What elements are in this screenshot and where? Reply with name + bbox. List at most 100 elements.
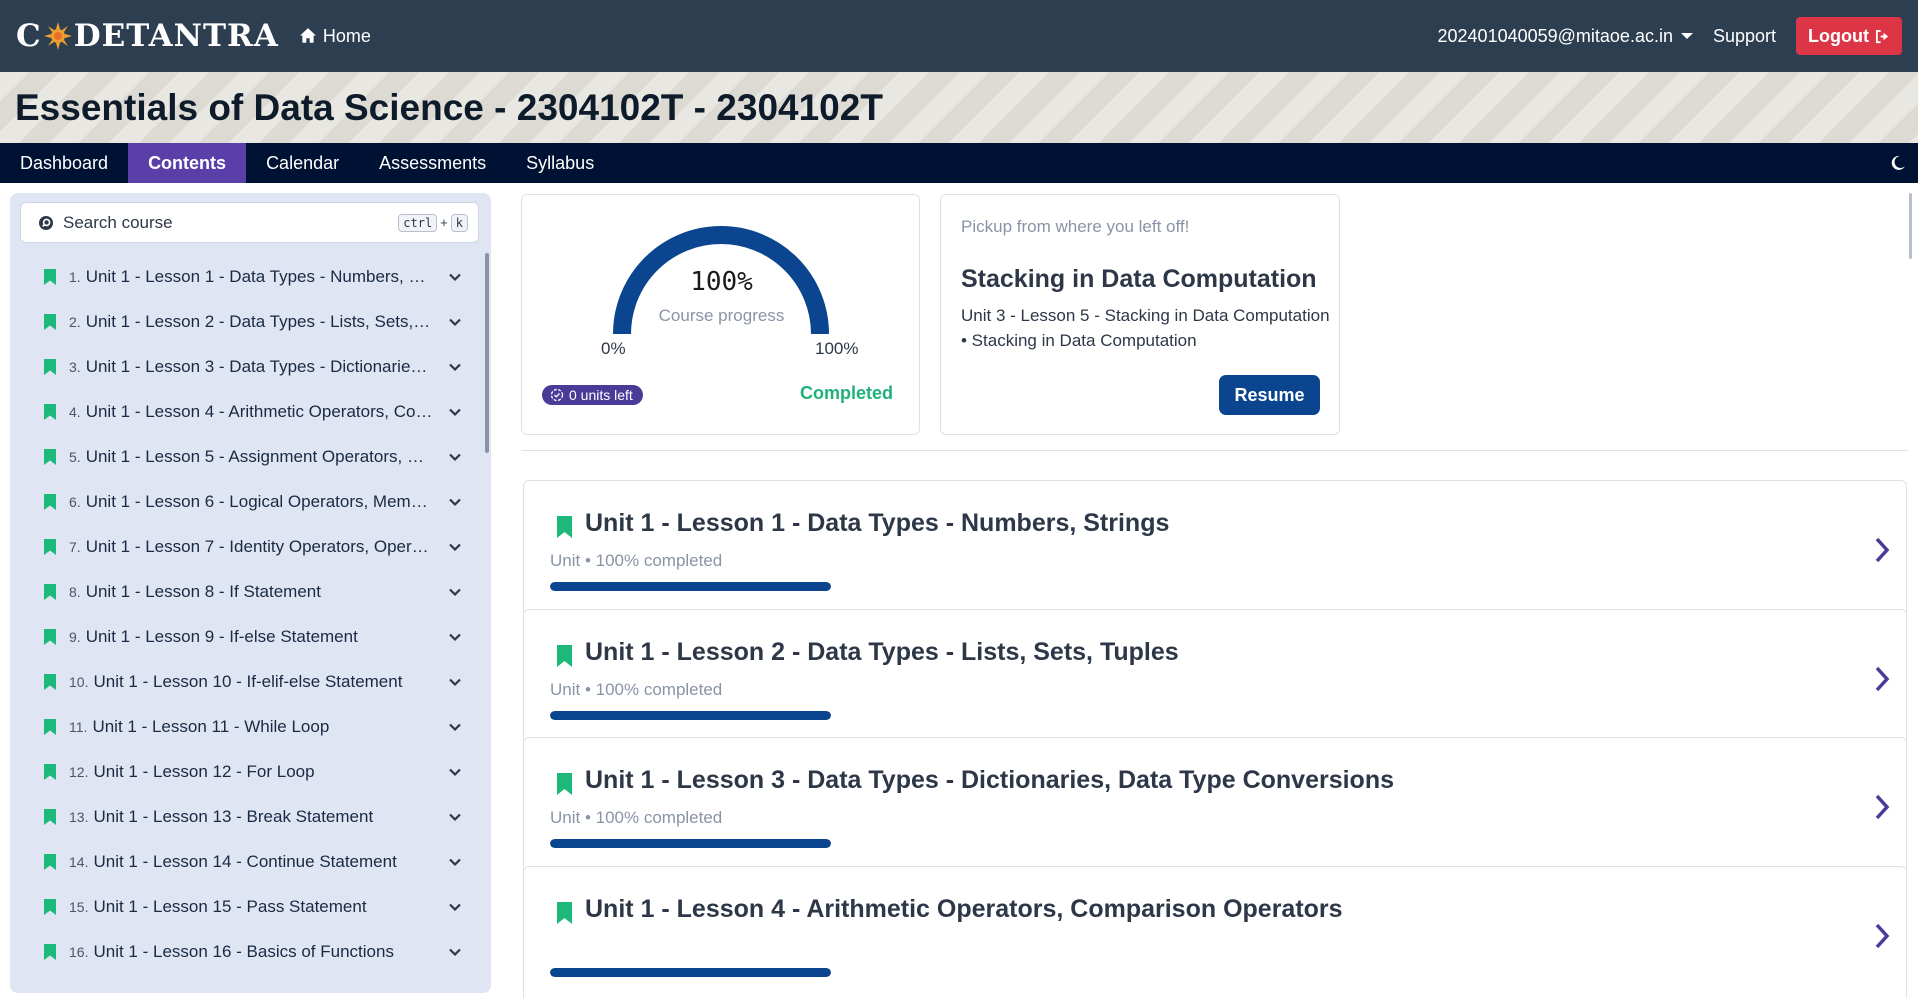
bookmark-icon (557, 901, 572, 924)
resume-title: Stacking in Data Computation (961, 265, 1317, 293)
bookmark-icon (44, 853, 56, 870)
tab-contents[interactable]: Contents (128, 143, 247, 183)
chevron-down-icon[interactable] (447, 899, 463, 915)
lesson-number: 5. (69, 448, 81, 465)
moon-icon (1891, 155, 1905, 170)
bookmark-icon (44, 808, 56, 825)
caret-down-icon (1680, 33, 1693, 39)
sidebar-lesson-item[interactable]: 8. Unit 1 - Lesson 8 - If Statement (10, 569, 491, 614)
resume-hint: Pickup from where you left off! (961, 217, 1190, 236)
lesson-number: 7. (69, 538, 81, 555)
unit-card[interactable]: Unit 1 - Lesson 2 - Data Types - Lists, … (523, 608, 1907, 746)
search-course-input[interactable]: Search course ctrl + k (20, 202, 479, 243)
course-sidebar: Search course ctrl + k 1. Unit 1 - Lesson… (10, 193, 491, 993)
chevron-down-icon[interactable] (447, 404, 463, 420)
chevron-down-icon[interactable] (447, 449, 463, 465)
support-link[interactable]: Support (1713, 26, 1776, 47)
chevron-down-icon[interactable] (447, 539, 463, 555)
tab-calendar[interactable]: Calendar (246, 143, 359, 183)
chevron-down-icon[interactable] (447, 854, 463, 870)
course-progress-card: 100% Course progress 0% 100% 0 units lef… (521, 194, 920, 435)
user-menu-dropdown[interactable]: 202401040059@mitaoe.ac.in (1438, 26, 1693, 47)
unit-title: Unit 1 - Lesson 4 - Arithmetic Operators… (585, 894, 1343, 923)
chevron-down-icon[interactable] (447, 809, 463, 825)
dark-mode-toggle[interactable] (1890, 143, 1906, 183)
bookmark-icon (44, 583, 56, 600)
sidebar-lesson-item[interactable]: 4. Unit 1 - Lesson 4 - Arithmetic Operato… (10, 389, 491, 434)
chevron-right-icon[interactable] (1872, 535, 1892, 565)
sign-out-icon (1875, 29, 1889, 43)
sidebar-lesson-item[interactable]: 3. Unit 1 - Lesson 3 - Data Types - Dicti… (10, 344, 491, 389)
chevron-down-icon[interactable] (447, 629, 463, 645)
chevron-down-icon[interactable] (447, 944, 463, 960)
chevron-down-icon[interactable] (447, 719, 463, 735)
sidebar-lesson-item[interactable]: 6. Unit 1 - Lesson 6 - Logical Operators,… (10, 479, 491, 524)
unit-progress-fill (550, 710, 831, 720)
chevron-down-icon[interactable] (447, 359, 463, 375)
chevron-down-icon[interactable] (447, 269, 463, 285)
unit-progress-bar (550, 839, 831, 848)
tab-syllabus[interactable]: Syllabus (506, 143, 614, 183)
lesson-list: 1. Unit 1 - Lesson 1 - Data Types - Numbe… (10, 254, 491, 974)
chevron-down-icon[interactable] (447, 494, 463, 510)
top-navbar: C DETANTRA Home 202401040059@mitaoe.ac.i… (0, 0, 1918, 72)
sidebar-scrollbar[interactable] (485, 253, 489, 453)
logout-button[interactable]: Logout (1796, 17, 1902, 55)
kbd-plus: + (440, 215, 448, 230)
chevron-right-icon[interactable] (1872, 792, 1892, 822)
section-divider (521, 450, 1908, 451)
bookmark-icon (44, 763, 56, 780)
gauge-max-label: 100% (815, 339, 859, 358)
tab-assessments[interactable]: Assessments (359, 143, 506, 183)
chevron-down-icon[interactable] (447, 764, 463, 780)
chevron-right-icon[interactable] (1872, 664, 1892, 694)
bookmark-icon (557, 644, 572, 667)
lesson-number: 10. (69, 673, 89, 690)
sidebar-lesson-item[interactable]: 1. Unit 1 - Lesson 1 - Data Types - Numbe… (10, 254, 491, 299)
unit-card[interactable]: Unit 1 - Lesson 3 - Data Types - Diction… (523, 737, 1907, 874)
chevron-down-icon[interactable] (447, 314, 463, 330)
home-link[interactable]: Home (299, 26, 371, 47)
lesson-label: Unit 1 - Lesson 13 - Break Statement (93, 806, 374, 826)
unit-card[interactable]: Unit 1 - Lesson 4 - Arithmetic Operators… (523, 865, 1907, 998)
logo-text: DETANTRA (73, 18, 279, 54)
bookmark-icon (44, 493, 56, 510)
sidebar-lesson-item[interactable]: 7. Unit 1 - Lesson 7 - Identity Operators… (10, 524, 491, 569)
resume-button[interactable]: Resume (1219, 375, 1320, 415)
keyboard-shortcut-hint: ctrl + k (398, 213, 468, 232)
unit-progress-fill (550, 582, 831, 591)
unit-meta: Unit • 100% completed (550, 808, 723, 827)
course-tabs: Dashboard Contents Calendar Assessments … (0, 143, 1918, 183)
tab-dashboard[interactable]: Dashboard (0, 143, 128, 183)
bookmark-icon (44, 898, 56, 915)
sidebar-lesson-item[interactable]: 11. Unit 1 - Lesson 11 - While Loop (10, 704, 491, 749)
bookmark-icon (557, 516, 572, 538)
main-scrollbar[interactable] (1909, 193, 1912, 259)
sidebar-lesson-item[interactable]: 5. Unit 1 - Lesson 5 - Assignment Operato… (10, 434, 491, 479)
lesson-label: Unit 1 - Lesson 12 - For Loop (93, 761, 315, 781)
bookmark-icon (44, 718, 56, 735)
chevron-down-icon[interactable] (447, 584, 463, 600)
sidebar-lesson-item[interactable]: 9. Unit 1 - Lesson 9 - If-else Statement (10, 614, 491, 659)
sidebar-lesson-item[interactable]: 15. Unit 1 - Lesson 15 - Pass Statement (10, 884, 491, 929)
lesson-label: Unit 1 - Lesson 9 - If-else Statement (85, 626, 358, 646)
lesson-label: Unit 1 - Lesson 7 - Identity Operators, … (85, 536, 433, 556)
sidebar-lesson-item[interactable]: 10. Unit 1 - Lesson 10 - If-elif-else Sta… (10, 659, 491, 704)
resume-card: Pickup from where you left off! Stacking… (940, 194, 1340, 435)
logo-letter-c: C (16, 18, 42, 54)
unit-progress-bar (550, 710, 831, 720)
lesson-number: 6. (69, 493, 81, 510)
lesson-label: Unit 1 - Lesson 14 - Continue Statement (93, 851, 397, 871)
unit-card[interactable]: Unit 1 - Lesson 1 - Data Types - Numbers… (523, 480, 1907, 617)
resume-description: Unit 3 - Lesson 5 - Stacking in Data Com… (961, 306, 1330, 350)
sidebar-lesson-item[interactable]: 2. Unit 1 - Lesson 2 - Data Types - Lists… (10, 299, 491, 344)
sidebar-lesson-item[interactable]: 12. Unit 1 - Lesson 12 - For Loop (10, 749, 491, 794)
codetantra-logo[interactable]: C DETANTRA (16, 18, 279, 54)
sidebar-lesson-item[interactable]: 13. Unit 1 - Lesson 13 - Break Statement (10, 794, 491, 839)
sidebar-lesson-item[interactable]: 16. Unit 1 - Lesson 16 - Basics of Functi… (10, 929, 491, 974)
course-banner: Essentials of Data Science - 2304102T - … (0, 72, 1918, 143)
bookmark-icon (557, 773, 572, 795)
sidebar-lesson-item[interactable]: 14. Unit 1 - Lesson 14 - Continue Stateme… (10, 839, 491, 884)
chevron-down-icon[interactable] (447, 674, 463, 690)
chevron-right-icon[interactable] (1872, 921, 1892, 951)
